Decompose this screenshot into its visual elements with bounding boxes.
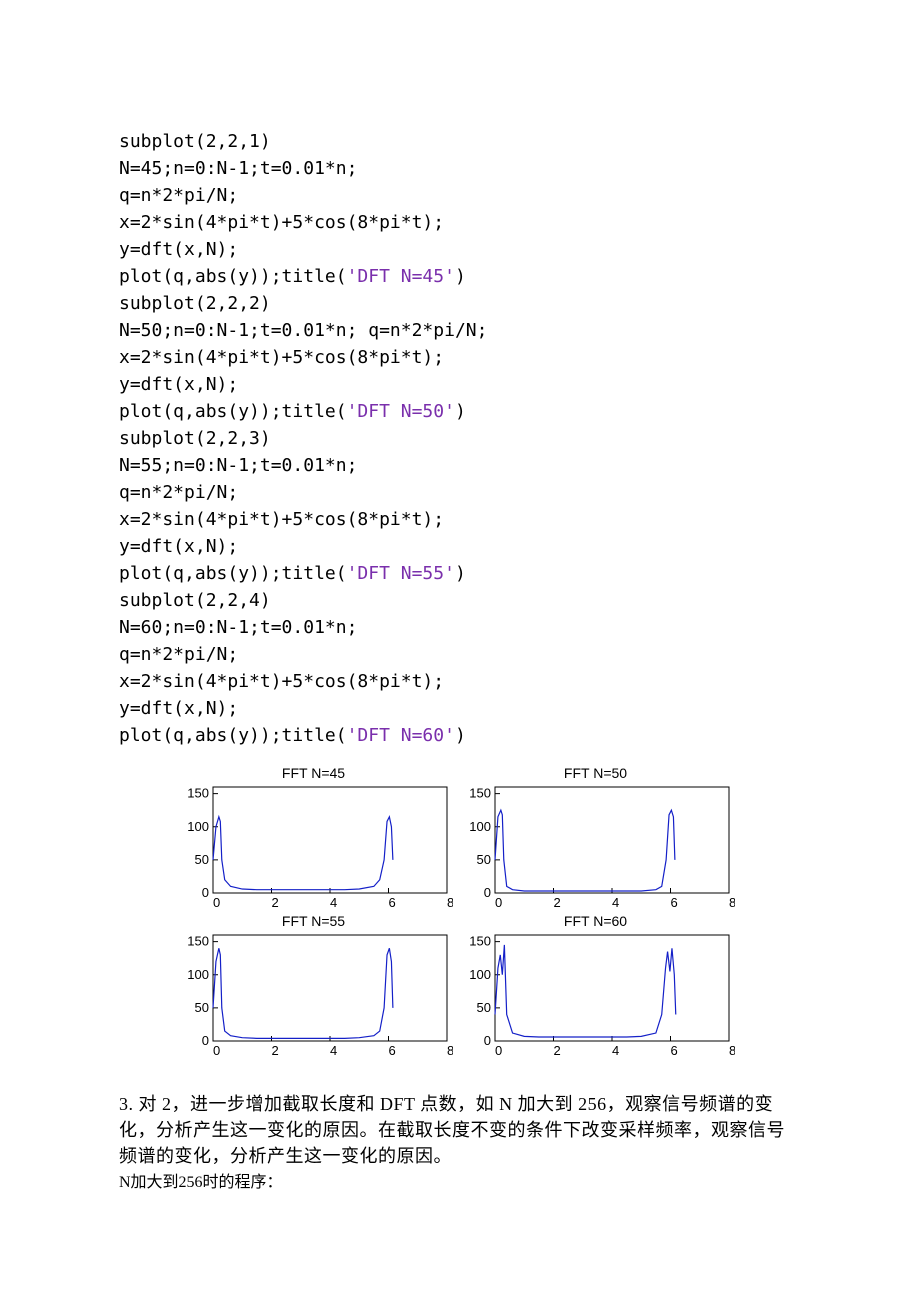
svg-text:6: 6 <box>670 1043 677 1058</box>
svg-text:50: 50 <box>194 1000 208 1015</box>
svg-text:0: 0 <box>213 895 220 910</box>
code-fragment: plot(q,abs(y));title( <box>119 563 347 584</box>
chart-fft-n50: FFT N=50 0 2 4 6 8 0 50 100 150 <box>457 765 735 913</box>
string-literal: 'DFT N=55' <box>347 563 455 584</box>
svg-text:150: 150 <box>187 786 209 801</box>
chart-fft-n55: FFT N=55 0 2 4 6 8 0 50 100 150 <box>175 913 453 1061</box>
code-line: plot(q,abs(y));title('DFT N=55') <box>119 563 466 584</box>
code-block: subplot(2,2,1) N=45;n=0:N-1;t=0.01*n; q=… <box>119 128 790 749</box>
code-line: N=50;n=0:N-1;t=0.01*n; q=n*2*pi/N; <box>119 320 487 341</box>
code-fragment: ) <box>455 563 466 584</box>
svg-text:50: 50 <box>194 852 208 867</box>
code-line: N=60;n=0:N-1;t=0.01*n; <box>119 617 357 638</box>
code-line: q=n*2*pi/N; <box>119 644 238 665</box>
code-line: plot(q,abs(y));title('DFT N=50') <box>119 401 466 422</box>
chart-svg: 0 2 4 6 8 0 50 100 150 <box>457 783 735 913</box>
code-fragment: ) <box>455 401 466 422</box>
svg-text:8: 8 <box>447 895 453 910</box>
svg-text:2: 2 <box>271 895 278 910</box>
svg-text:150: 150 <box>469 934 491 949</box>
code-line: y=dft(x,N); <box>119 374 238 395</box>
chart-title: FFT N=50 <box>457 765 735 781</box>
svg-text:6: 6 <box>388 895 395 910</box>
code-fragment: plot(q,abs(y));title( <box>119 725 347 746</box>
code-line: y=dft(x,N); <box>119 239 238 260</box>
code-line: x=2*sin(4*pi*t)+5*cos(8*pi*t); <box>119 509 444 530</box>
svg-text:50: 50 <box>476 852 490 867</box>
code-line: y=dft(x,N); <box>119 698 238 719</box>
svg-text:8: 8 <box>729 895 735 910</box>
svg-text:100: 100 <box>469 819 491 834</box>
code-line: subplot(2,2,3) <box>119 428 271 449</box>
question-3-text: 3. 对 2，进一步增加截取长度和 DFT 点数，如 N 加大到 256，观察信… <box>119 1091 790 1169</box>
figure-grid: FFT N=45 0 2 4 6 8 0 50 100 150 FFT N=50 0 2 4 6 8 0 5… <box>175 765 735 1061</box>
chart-title: FFT N=45 <box>175 765 453 781</box>
code-line: N=45;n=0:N-1;t=0.01*n; <box>119 158 357 179</box>
svg-text:6: 6 <box>388 1043 395 1058</box>
svg-text:100: 100 <box>187 967 209 982</box>
string-literal: 'DFT N=50' <box>347 401 455 422</box>
svg-text:0: 0 <box>201 885 208 900</box>
code-line: x=2*sin(4*pi*t)+5*cos(8*pi*t); <box>119 212 444 233</box>
code-line: q=n*2*pi/N; <box>119 185 238 206</box>
svg-text:0: 0 <box>483 1033 490 1048</box>
chart-title: FFT N=60 <box>457 913 735 929</box>
string-literal: 'DFT N=45' <box>347 266 455 287</box>
code-fragment: ) <box>455 725 466 746</box>
code-line: N=55;n=0:N-1;t=0.01*n; <box>119 455 357 476</box>
svg-text:50: 50 <box>476 1000 490 1015</box>
svg-text:4: 4 <box>330 895 337 910</box>
svg-text:2: 2 <box>553 1043 560 1058</box>
svg-text:4: 4 <box>612 1043 619 1058</box>
code-line: y=dft(x,N); <box>119 536 238 557</box>
svg-text:2: 2 <box>553 895 560 910</box>
svg-text:0: 0 <box>483 885 490 900</box>
code-line: x=2*sin(4*pi*t)+5*cos(8*pi*t); <box>119 671 444 692</box>
svg-text:2: 2 <box>271 1043 278 1058</box>
code-fragment: plot(q,abs(y));title( <box>119 266 347 287</box>
svg-text:0: 0 <box>495 895 502 910</box>
code-line: q=n*2*pi/N; <box>119 482 238 503</box>
code-line: subplot(2,2,1) <box>119 131 271 152</box>
chart-svg: 0 2 4 6 8 0 50 100 150 <box>175 783 453 913</box>
svg-text:4: 4 <box>330 1043 337 1058</box>
svg-text:150: 150 <box>469 786 491 801</box>
chart-svg: 0 2 4 6 8 0 50 100 150 <box>457 931 735 1061</box>
code-line: plot(q,abs(y));title('DFT N=45') <box>119 266 466 287</box>
svg-text:4: 4 <box>612 895 619 910</box>
svg-text:6: 6 <box>670 895 677 910</box>
code-line: plot(q,abs(y));title('DFT N=60') <box>119 725 466 746</box>
chart-svg: 0 2 4 6 8 0 50 100 150 <box>175 931 453 1061</box>
svg-text:0: 0 <box>201 1033 208 1048</box>
svg-text:0: 0 <box>213 1043 220 1058</box>
svg-text:0: 0 <box>495 1043 502 1058</box>
svg-text:100: 100 <box>469 967 491 982</box>
code-line: subplot(2,2,4) <box>119 590 271 611</box>
string-literal: 'DFT N=60' <box>347 725 455 746</box>
svg-text:8: 8 <box>447 1043 453 1058</box>
chart-fft-n60: FFT N=60 0 2 4 6 8 0 50 100 150 <box>457 913 735 1061</box>
code-fragment: ) <box>455 266 466 287</box>
svg-text:100: 100 <box>187 819 209 834</box>
chart-title: FFT N=55 <box>175 913 453 929</box>
code-line: subplot(2,2,2) <box>119 293 271 314</box>
svg-text:150: 150 <box>187 934 209 949</box>
code-line: x=2*sin(4*pi*t)+5*cos(8*pi*t); <box>119 347 444 368</box>
chart-fft-n45: FFT N=45 0 2 4 6 8 0 50 100 150 <box>175 765 453 913</box>
question-3-sub: N加大到256时的程序： <box>119 1171 790 1195</box>
code-fragment: plot(q,abs(y));title( <box>119 401 347 422</box>
svg-text:8: 8 <box>729 1043 735 1058</box>
